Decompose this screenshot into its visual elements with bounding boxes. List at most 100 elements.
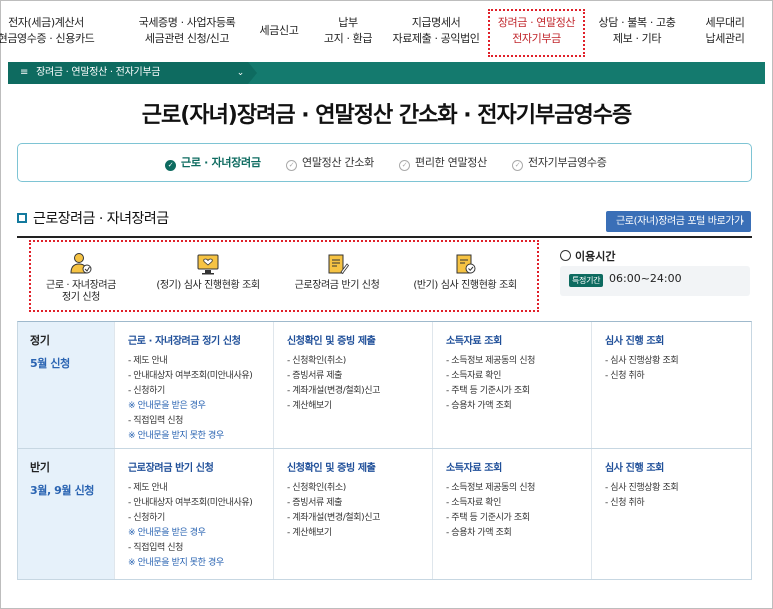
top-navigation: 전자(세금)계산서 현금영수증 · 신용카드 국세증명 · 사업자등록 세금관련… — [0, 0, 773, 62]
usage-hours: 06:00~24:00 — [609, 272, 682, 285]
nav-item-line2: 납세관리 — [705, 32, 745, 45]
list-item[interactable]: - 주택 등 기준시가 조회 — [446, 511, 591, 526]
nav-item-certificates[interactable]: 국세증명 · 사업자등록 세금관련 신청/신고 — [132, 0, 242, 62]
list-item[interactable]: - 계좌개설(변경/철회)신고 — [287, 511, 432, 526]
nav-item-line2: 자료제출 · 공익법인 — [392, 32, 480, 45]
list-item[interactable]: - 증빙서류 제출 — [287, 496, 432, 511]
nav-item-line2: 제보 · 기타 — [612, 32, 662, 45]
list-note: ※ 안내문을 받지 못한 경우 — [128, 558, 224, 568]
column-heading[interactable]: 심사 진행 조회 — [605, 332, 751, 347]
table-row-half-year: 반기 3월, 9월 신청 근로장려금 반기 신청 - 제도 안내 - 안내대상자… — [18, 449, 751, 579]
chevron-right-icon: › — [740, 216, 744, 227]
breadcrumb[interactable]: ≡ 장려금 · 연말정산 · 전자기부금 ⌄ — [8, 62, 257, 84]
column-heading[interactable]: 근로 · 자녀장려금 정기 신청 — [128, 332, 273, 347]
list-item[interactable]: - 계산해보기 — [287, 399, 432, 414]
nav-item-payment[interactable]: 납부 고지 · 환급 — [318, 0, 378, 62]
column-heading[interactable]: 신청확인 및 증빙 제출 — [287, 332, 432, 347]
list-item[interactable]: - 신청하기 — [128, 384, 273, 399]
tab-label: 근로 · 자녀장려금 — [181, 156, 261, 169]
column-heading[interactable]: 심사 진행 조회 — [605, 459, 751, 474]
nav-item-statements[interactable]: 지급명세서 자료제출 · 공익법인 — [388, 0, 484, 62]
list-item[interactable]: - 계좌개설(변경/철회)신고 — [287, 384, 432, 399]
list-item[interactable]: - 승용차 가액 조회 — [446, 526, 591, 541]
person-coin-icon — [70, 253, 92, 274]
tab-label: 편리한 연말정산 — [415, 156, 487, 169]
check-circle-icon: ✓ — [512, 160, 523, 171]
list-note: ※ 안내문을 받은 경우 — [128, 401, 206, 411]
nav-item-line1: 지급명세서 — [411, 16, 461, 29]
monitor-heart-icon — [197, 254, 219, 275]
nav-item-line1: 전자(세금)계산서 — [8, 16, 84, 29]
document-pen-icon — [328, 254, 350, 275]
list-item[interactable]: - 주택 등 기준시가 조회 — [446, 384, 591, 399]
document-check-icon — [456, 254, 476, 274]
quick-item-half-apply[interactable]: 근로장려금 반기 신청 — [289, 242, 385, 312]
breadcrumb-bar: ≡ 장려금 · 연말정산 · 전자기부금 ⌄ — [8, 62, 765, 84]
list-item[interactable]: - 신청확인(취소) — [287, 354, 432, 369]
nav-item-e-invoice[interactable]: 전자(세금)계산서 현금영수증 · 신용카드 — [0, 0, 95, 62]
period-date: 3월, 9월 신청 — [30, 484, 95, 497]
quick-item-label: 근로 · 자녀장려금 — [46, 280, 116, 291]
list-item[interactable]: - 소득자료 확인 — [446, 496, 591, 511]
breadcrumb-label: 장려금 · 연말정산 · 전자기부금 — [36, 67, 161, 78]
list-item[interactable]: - 심사 진행상황 조회 — [605, 481, 751, 496]
list-item[interactable]: - 신청 취하 — [605, 369, 751, 384]
list-item[interactable]: - 소득정보 제공동의 신청 — [446, 354, 591, 369]
period-name: 반기 — [30, 461, 50, 474]
list-item[interactable]: - 계산해보기 — [287, 526, 432, 541]
nav-item-line1: 납부 — [338, 16, 358, 29]
nav-item-consultation[interactable]: 상담 · 불복 · 고충 제보 · 기타 — [596, 0, 678, 62]
tab-donation-receipt[interactable]: ✓ 전자기부금영수증 — [512, 144, 607, 181]
quick-item-regular-status[interactable]: (정기) 심사 진행현황 조회 — [153, 242, 263, 312]
tab-incentive[interactable]: ✓ 근로 · 자녀장려금 — [165, 144, 261, 181]
list-item[interactable]: - 직접입력 신청 — [128, 541, 273, 556]
check-circle-icon: ✓ — [399, 160, 410, 171]
list-item[interactable]: - 심사 진행상황 조회 — [605, 354, 751, 369]
table-column: 심사 진행 조회 - 심사 진행상황 조회 - 신청 취하 — [591, 322, 751, 448]
period-cell: 정기 5월 신청 — [18, 322, 114, 448]
quick-item-half-status[interactable]: (반기) 심사 진행현황 조회 — [409, 242, 521, 312]
tab-convenient-year-end[interactable]: ✓ 편리한 연말정산 — [399, 144, 487, 181]
list-item[interactable]: - 승용차 가액 조회 — [446, 399, 591, 414]
nav-item-line2: 현금영수증 · 신용카드 — [0, 32, 95, 45]
nav-item-tax-return[interactable]: 세금신고 — [254, 0, 304, 62]
nav-item-line2: 세금관련 신청/신고 — [144, 32, 230, 45]
special-period-badge: 특정기간 — [569, 274, 604, 287]
list-note: ※ 안내문을 받은 경우 — [128, 528, 206, 538]
list-item[interactable]: - 신청확인(취소) — [287, 481, 432, 496]
table-column: 소득자료 조회 - 소득정보 제공동의 신청 - 소득자료 확인 - 주택 등 … — [432, 322, 591, 448]
quick-item-label: 근로장려금 반기 신청 — [294, 280, 380, 291]
table-column: 신청확인 및 증빙 제출 - 신청확인(취소) - 증빙서류 제출 - 계좌개설… — [273, 322, 432, 448]
column-heading[interactable]: 근로장려금 반기 신청 — [128, 459, 273, 474]
table-column: 근로 · 자녀장려금 정기 신청 - 제도 안내 - 안내대상자 여부조회(미안… — [114, 322, 273, 448]
tab-bar: ✓ 근로 · 자녀장려금 ✓ 연말정산 간소화 ✓ 편리한 연말정산 ✓ 전자기부금영수… — [17, 143, 752, 182]
column-heading[interactable]: 소득자료 조회 — [446, 459, 591, 474]
quick-item-regular-apply[interactable]: 근로 · 자녀장려금 정기 신청 — [37, 242, 125, 312]
portal-link-button[interactable]: 근로(자녀)장려금 포털 바로가기 › — [606, 211, 751, 232]
nav-item-line1: 상담 · 불복 · 고충 — [598, 16, 676, 29]
list-item[interactable]: - 안내대상자 여부조회(미안내사유) — [128, 496, 273, 511]
quick-item-label: 정기 신청 — [62, 292, 100, 303]
clock-icon — [560, 250, 571, 261]
list-item[interactable]: - 제도 안내 — [128, 354, 273, 369]
list-item[interactable]: - 신청하기 — [128, 511, 273, 526]
list-item[interactable]: - 안내대상자 여부조회(미안내사유) — [128, 369, 273, 384]
column-heading[interactable]: 신청확인 및 증빙 제출 — [287, 459, 432, 474]
list-item[interactable]: - 제도 안내 — [128, 481, 273, 496]
tab-year-end-simplified[interactable]: ✓ 연말정산 간소화 — [286, 144, 374, 181]
service-table: 정기 5월 신청 근로 · 자녀장려금 정기 신청 - 제도 안내 - 안내대상… — [17, 321, 752, 580]
quick-item-label: (정기) 심사 진행현황 조회 — [156, 280, 260, 291]
active-nav-highlight — [488, 9, 585, 57]
section-title-text: 근로장려금 · 자녀장려금 — [33, 211, 169, 227]
column-heading[interactable]: 소득자료 조회 — [446, 332, 591, 347]
list-item[interactable]: - 신청 취하 — [605, 496, 751, 511]
list-item[interactable]: - 소득정보 제공동의 신청 — [446, 481, 591, 496]
list-item[interactable]: - 소득자료 확인 — [446, 369, 591, 384]
period-date: 5월 신청 — [30, 357, 70, 370]
tab-label: 연말정산 간소화 — [302, 156, 374, 169]
usage-time-title: 이용시간 — [575, 250, 616, 263]
nav-item-tax-agent[interactable]: 세무대리 납세관리 — [690, 0, 760, 62]
usage-time-heading: 이용시간 — [560, 248, 615, 264]
list-item[interactable]: - 직접입력 신청 — [128, 414, 273, 429]
list-item[interactable]: - 증빙서류 제출 — [287, 369, 432, 384]
